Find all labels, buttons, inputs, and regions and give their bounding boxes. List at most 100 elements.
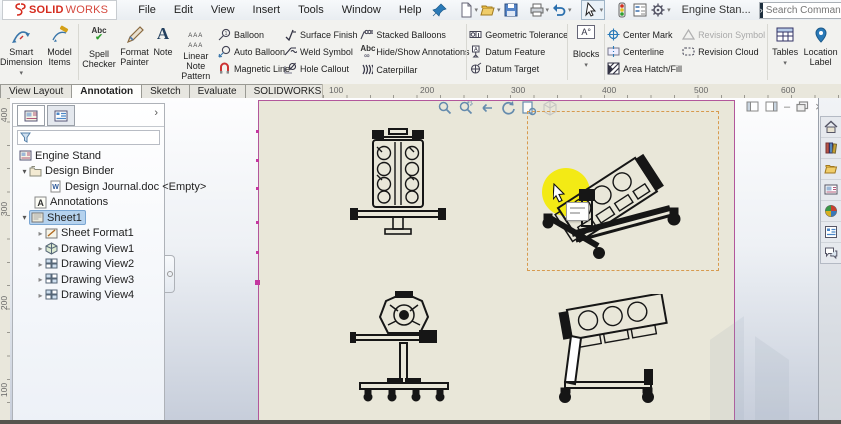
options-caret[interactable]: ▾ <box>667 6 671 14</box>
center-mark-button[interactable]: Center Mark <box>607 28 682 41</box>
drawing-view-4[interactable] <box>543 294 678 406</box>
datum-feature-button[interactable]: A Datum Feature <box>469 45 565 58</box>
display-settings-button[interactable] <box>631 1 649 19</box>
surface-finish-button[interactable]: Surface Finish <box>284 28 360 41</box>
collapse-pane-left-icon[interactable] <box>746 101 759 112</box>
tree-item-drawing-view1[interactable]: Drawing View1 <box>13 241 164 257</box>
search-input[interactable] <box>762 3 841 17</box>
collapse-arrow-icon[interactable] <box>36 244 45 253</box>
format-painter-button[interactable]: Format Painter <box>117 20 153 67</box>
custom-properties-tab[interactable] <box>821 222 841 243</box>
tables-button[interactable]: Tables <box>770 20 800 69</box>
expand-arrow-icon[interactable] <box>20 167 29 176</box>
rotate-view-icon[interactable] <box>500 100 516 116</box>
auto-balloon-button[interactable]: Auto Balloon <box>218 45 285 58</box>
solidworks-resources-tab[interactable] <box>821 117 841 138</box>
open-document-button[interactable]: ▾ <box>479 1 502 19</box>
magnetic-line-button[interactable]: Magnetic Line <box>218 62 290 75</box>
menu-file[interactable]: File <box>129 2 165 18</box>
centerline-button[interactable]: Centerline <box>607 45 682 58</box>
design-library-tab[interactable] <box>821 138 841 159</box>
tree-item-drawing-view2[interactable]: Drawing View2 <box>13 257 164 273</box>
property-manager-tab[interactable] <box>47 105 75 126</box>
rebuild-button[interactable] <box>613 1 631 19</box>
collapse-pane-right-icon[interactable] <box>765 101 778 112</box>
save-button[interactable] <box>502 1 520 19</box>
file-explorer-tab[interactable] <box>821 159 841 180</box>
smart-dimension-caret[interactable] <box>20 67 24 79</box>
tree-item-engine-stand[interactable]: Engine Stand <box>13 148 164 164</box>
undo-button[interactable]: ▾ <box>550 1 573 19</box>
tables-caret[interactable] <box>783 57 787 69</box>
tab-evaluate[interactable]: Evaluate <box>188 84 246 98</box>
geometric-tolerance-button[interactable]: Geometric Tolerance <box>469 28 568 41</box>
collapse-arrow-icon[interactable] <box>36 260 45 269</box>
doc-minimize-button[interactable] <box>784 101 790 113</box>
tree-item-annotations[interactable]: A Annotations <box>13 195 164 211</box>
doc-restore-button[interactable] <box>796 101 809 112</box>
menu-view[interactable]: View <box>202 2 244 18</box>
previous-view-icon[interactable] <box>479 100 495 116</box>
search-commands-box[interactable]: › ▾ <box>758 1 841 19</box>
new-document-button[interactable]: ▾ <box>457 1 480 19</box>
location-label-button[interactable]: Location Label <box>800 20 841 67</box>
select-tool-caret[interactable]: ▾ <box>600 6 604 14</box>
tab-sketch[interactable]: Sketch <box>141 84 190 98</box>
menu-window[interactable]: Window <box>333 2 390 18</box>
tree-filter-box[interactable] <box>17 130 160 145</box>
drawing-view-3[interactable] <box>350 291 460 403</box>
tree-item-design-binder[interactable]: Design Binder <box>13 164 164 180</box>
balloon-icon: 1 <box>218 28 231 41</box>
panel-splitter-handle[interactable] <box>165 255 175 293</box>
spell-checker-button[interactable]: Abc ✔ Spell Checker <box>81 20 117 70</box>
blocks-caret[interactable] <box>584 59 588 71</box>
undo-caret[interactable]: ▾ <box>568 6 572 14</box>
area-hatch-fill-button[interactable]: Area Hatch/Fill <box>607 62 682 75</box>
weld-symbol-button[interactable]: Weld Symbol <box>284 45 360 58</box>
tree-item-design-journal[interactable]: W Design Journal.doc <Empty> <box>13 179 206 195</box>
datum-target-button[interactable]: Datum Target <box>469 62 565 75</box>
collapse-arrow-icon[interactable] <box>36 291 45 300</box>
zoom-to-fit-icon[interactable] <box>437 100 453 116</box>
menu-edit[interactable]: Edit <box>165 2 202 18</box>
tree-item-drawing-view4[interactable]: Drawing View4 <box>13 288 164 304</box>
revision-cloud-button[interactable]: Revision Cloud <box>682 45 765 58</box>
hide-show-annotations-button[interactable]: Abc ∞ Hide/Show Annotations <box>360 45 469 60</box>
hole-callout-label: Hole Callout <box>300 63 350 74</box>
tree-item-sheet-format1[interactable]: Sheet Format1 <box>13 226 164 242</box>
smart-dimension-button[interactable]: Smart Dimension <box>0 20 43 79</box>
expand-arrow-icon[interactable] <box>20 213 29 222</box>
select-tool-button[interactable]: ▾ <box>580 0 606 20</box>
hole-callout-button[interactable]: Hole Callout <box>284 62 360 75</box>
zoom-to-area-icon[interactable] <box>458 100 474 116</box>
panel-expand-chevron[interactable] <box>154 107 158 119</box>
model-items-button[interactable]: Model Items <box>43 20 77 67</box>
featuremanager-tree-tab[interactable] <box>17 105 45 126</box>
solidworks-forum-tab[interactable] <box>821 243 841 263</box>
options-gear-button[interactable]: ▾ <box>649 1 672 19</box>
tree-item-drawing-view3[interactable]: Drawing View3 <box>13 272 164 288</box>
tree-item-sheet1[interactable]: Sheet1 <box>13 210 164 226</box>
caterpillar-button[interactable]: Caterpillar <box>360 63 464 76</box>
blocks-button[interactable]: A° Blocks <box>570 20 602 71</box>
stacked-balloons-button[interactable]: Stacked Balloons <box>360 28 464 41</box>
print-button[interactable]: ▾ <box>528 1 551 19</box>
balloon-button[interactable]: 1 Balloon <box>218 28 284 41</box>
menu-insert[interactable]: Insert <box>244 2 290 18</box>
tab-view-layout[interactable]: View Layout <box>0 84 73 98</box>
view-palette-tab[interactable] <box>821 180 841 201</box>
collapse-arrow-icon[interactable] <box>36 229 45 238</box>
menu-help[interactable]: Help <box>390 2 431 18</box>
note-button[interactable]: A Note <box>152 20 173 58</box>
drawing-view-1[interactable] <box>349 127 447 239</box>
collapse-arrow-icon[interactable] <box>36 275 45 284</box>
new-document-caret[interactable]: ▾ <box>475 6 479 14</box>
tab-annotation[interactable]: Annotation <box>71 84 143 98</box>
open-document-caret[interactable]: ▾ <box>497 6 501 14</box>
pin-menu-icon[interactable] <box>431 1 449 19</box>
menu-tools[interactable]: Tools <box>289 2 333 18</box>
print-caret[interactable]: ▾ <box>546 6 550 14</box>
appearances-scenes-tab[interactable] <box>821 201 841 222</box>
linear-note-pattern-button[interactable]: AAA AAA Linear Note Pattern <box>174 20 218 93</box>
annotations-folder-icon: A <box>34 196 47 209</box>
